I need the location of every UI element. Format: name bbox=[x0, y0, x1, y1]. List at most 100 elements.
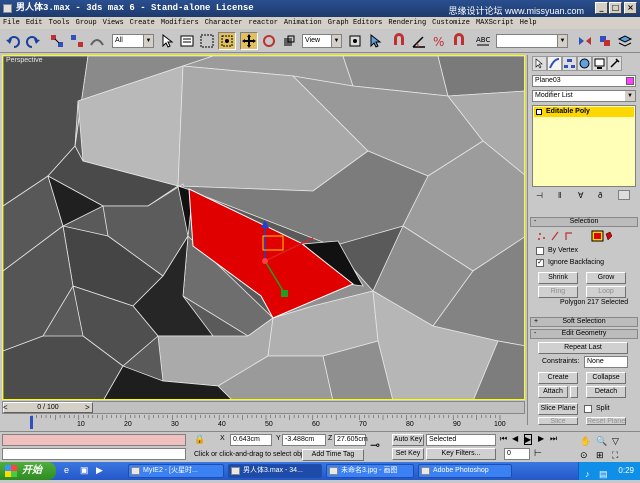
time-slider-knob[interactable]: 0 / 100 bbox=[3, 402, 93, 413]
previous-key-icon[interactable]: ◀ bbox=[512, 434, 518, 443]
set-key-button[interactable]: Set Key bbox=[392, 448, 424, 460]
show-end-result-icon[interactable]: ‖ bbox=[558, 191, 561, 200]
y-coordinate-field[interactable]: -3.488cm bbox=[282, 434, 326, 446]
loop-button[interactable]: Loop bbox=[586, 286, 626, 298]
select-and-manipulate-icon[interactable] bbox=[366, 32, 384, 50]
quicklaunch-desktop-icon[interactable]: ▣ bbox=[80, 465, 89, 476]
repeat-last-button[interactable]: Repeat Last bbox=[538, 342, 628, 354]
object-color-swatch[interactable] bbox=[626, 77, 634, 85]
vertex-level-icon[interactable] bbox=[538, 233, 545, 240]
undo-icon[interactable] bbox=[4, 32, 22, 50]
detach-button[interactable]: Detach bbox=[586, 386, 626, 398]
arc-rotate-icon[interactable]: ⊙ bbox=[580, 450, 588, 461]
spinner-snap-icon[interactable] bbox=[450, 32, 468, 50]
stack-item-editable-poly[interactable]: Editable Poly bbox=[534, 107, 634, 117]
task-3dsmax[interactable]: 男人体3.max - 34... bbox=[228, 464, 322, 478]
z-coordinate-field[interactable]: 27.605cm bbox=[334, 434, 368, 446]
go-to-end-icon[interactable]: ⏭ bbox=[550, 434, 557, 444]
menu-maxscript[interactable]: MAXScript bbox=[473, 17, 517, 29]
key-mode-toggle-icon[interactable]: ⊢ bbox=[534, 448, 542, 459]
quicklaunch-media-icon[interactable]: ▶ bbox=[96, 465, 103, 476]
menu-tools[interactable]: Tools bbox=[46, 17, 73, 29]
shrink-button[interactable]: Shrink bbox=[538, 272, 578, 284]
edit-geometry-rollout-header[interactable]: - Edit Geometry bbox=[530, 329, 638, 339]
pan-icon[interactable]: ✋ bbox=[580, 436, 591, 447]
soft-selection-rollout-header[interactable]: + Soft Selection bbox=[530, 317, 638, 327]
key-filters-button[interactable]: Key Filters... bbox=[426, 448, 496, 460]
ignore-backfacing-checkbox[interactable]: ✓ bbox=[536, 259, 544, 267]
collapse-button[interactable]: Collapse bbox=[586, 372, 626, 384]
menu-modifiers[interactable]: Modifiers bbox=[158, 17, 202, 29]
select-and-link-icon[interactable] bbox=[48, 32, 66, 50]
menu-customize[interactable]: Customize bbox=[429, 17, 473, 29]
redo-icon[interactable] bbox=[24, 32, 42, 50]
display-tab-icon[interactable] bbox=[592, 56, 607, 71]
window-crossing-icon[interactable] bbox=[218, 32, 236, 50]
modify-tab-icon[interactable] bbox=[547, 56, 562, 71]
reference-coordinate-dropdown[interactable]: View ▼ bbox=[302, 34, 342, 48]
split-checkbox[interactable] bbox=[584, 405, 592, 413]
add-time-tag-button[interactable]: Add Time Tag bbox=[302, 449, 364, 461]
time-slider[interactable]: 0 / 100 < > bbox=[2, 401, 525, 414]
create-tab-icon[interactable] bbox=[532, 56, 547, 71]
object-name-field[interactable]: Plane03 bbox=[532, 75, 636, 87]
border-level-icon[interactable] bbox=[565, 232, 572, 240]
remove-modifier-icon[interactable]: ð bbox=[598, 191, 602, 200]
close-icon[interactable]: × bbox=[624, 2, 637, 14]
select-object-icon[interactable] bbox=[158, 32, 176, 50]
previous-frame-icon[interactable]: < bbox=[3, 402, 8, 413]
configure-modifier-sets-icon[interactable] bbox=[618, 190, 630, 200]
menu-edit[interactable]: Edit bbox=[23, 17, 46, 29]
expand-icon[interactable] bbox=[536, 109, 542, 115]
slice-button[interactable]: Slice bbox=[538, 417, 578, 425]
menu-reactor[interactable]: reactor bbox=[246, 17, 281, 29]
pin-stack-icon[interactable]: ⊣ bbox=[536, 191, 543, 200]
quicklaunch-ie-icon[interactable]: e bbox=[64, 465, 69, 475]
task-myie2[interactable]: MyIE2 - [火星时... bbox=[128, 464, 224, 478]
maximize-icon[interactable]: □ bbox=[609, 2, 622, 14]
select-and-scale-icon[interactable] bbox=[280, 32, 298, 50]
maxscript-listener-mini[interactable] bbox=[2, 434, 186, 446]
go-to-start-icon[interactable]: ⏮ bbox=[500, 434, 507, 444]
pivot-center-icon[interactable] bbox=[346, 32, 364, 50]
selection-filter-dropdown[interactable]: All ▼ bbox=[112, 34, 154, 48]
zoom-icon[interactable]: 🔍 bbox=[596, 436, 607, 447]
utilities-tab-icon[interactable] bbox=[607, 56, 622, 71]
percent-snap-icon[interactable]: % bbox=[430, 32, 448, 50]
menu-rendering[interactable]: Rendering bbox=[385, 17, 429, 29]
zoom-extents-icon[interactable]: ⊞ bbox=[596, 450, 604, 461]
next-key-icon[interactable]: ▶ bbox=[538, 434, 544, 443]
slice-plane-button[interactable]: Slice Plane bbox=[538, 403, 578, 415]
menu-file[interactable]: File bbox=[0, 17, 23, 29]
field-of-view-icon[interactable]: ▽ bbox=[612, 436, 619, 447]
menu-animation[interactable]: Animation bbox=[281, 17, 325, 29]
minimize-icon[interactable]: _ bbox=[595, 2, 608, 14]
menu-views[interactable]: Views bbox=[100, 17, 127, 29]
viewport-label[interactable]: Perspective bbox=[6, 57, 43, 64]
make-unique-icon[interactable]: ∀ bbox=[578, 191, 583, 200]
hierarchy-tab-icon[interactable] bbox=[562, 56, 577, 71]
play-icon[interactable]: ▶ bbox=[524, 434, 533, 445]
track-bar[interactable]: 10 20 30 40 50 60 70 80 90 100 bbox=[2, 414, 525, 431]
maximize-viewport-icon[interactable]: ⛶ bbox=[612, 450, 618, 461]
edit-named-selections-icon[interactable]: ABC bbox=[474, 32, 492, 50]
angle-snap-icon[interactable] bbox=[410, 32, 428, 50]
menu-graph-editors[interactable]: Graph Editors bbox=[325, 17, 386, 29]
menu-create[interactable]: Create bbox=[127, 17, 158, 29]
attach-button[interactable]: Attach bbox=[538, 386, 568, 398]
bind-space-warp-icon[interactable] bbox=[88, 32, 106, 50]
edge-level-icon[interactable] bbox=[551, 231, 559, 241]
menu-help[interactable]: Help bbox=[517, 17, 540, 29]
unlink-icon[interactable] bbox=[68, 32, 86, 50]
key-mode-dropdown[interactable]: Selected bbox=[426, 434, 496, 446]
start-button[interactable]: 开始 bbox=[0, 462, 56, 480]
mirror-icon[interactable] bbox=[576, 32, 594, 50]
network-icon[interactable]: ▤ bbox=[599, 465, 608, 483]
task-photoshop[interactable]: Adobe Photoshop bbox=[418, 464, 512, 478]
perspective-viewport[interactable]: Perspective bbox=[2, 55, 525, 400]
align-icon[interactable] bbox=[596, 32, 614, 50]
selection-rollout-header[interactable]: - Selection bbox=[530, 217, 638, 227]
constraints-dropdown[interactable]: None bbox=[584, 356, 628, 368]
ring-button[interactable]: Ring bbox=[538, 286, 578, 298]
select-and-move-icon[interactable] bbox=[240, 32, 258, 50]
